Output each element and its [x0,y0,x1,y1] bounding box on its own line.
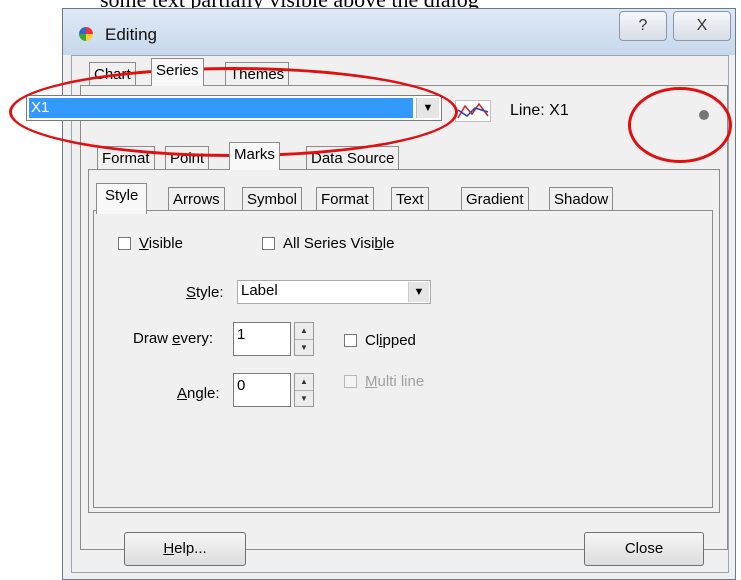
multi-line-checkbox: Multi line [344,373,424,390]
series-type-label: Line: X1 [510,102,569,119]
angle-input[interactable]: 0 [233,373,291,407]
draw-every-label: Draw every: [133,330,214,347]
tab-text[interactable]: Text [391,187,429,211]
all-series-visible-checkbox[interactable]: All Series Visible [262,235,394,252]
close-icon: X [696,17,708,34]
tab-arrows[interactable]: Arrows [168,187,225,211]
clipped-checkbox-box[interactable] [344,334,357,347]
spin-down-icon[interactable]: ▼ [295,391,313,407]
help-button[interactable]: Help... [124,532,246,566]
chevron-down-icon[interactable]: ▼ [408,282,429,302]
close-button[interactable]: Close [584,532,704,566]
close-title-button[interactable]: X [673,11,731,41]
tab-gradient[interactable]: Gradient [461,187,529,211]
app-icon [79,27,93,41]
style-select-value: Label [241,282,278,299]
clipped-label: Clipped [365,332,416,349]
style-select[interactable]: Label ▼ [237,280,431,304]
title-bar: Editing ? X [63,9,735,55]
tab-format-marks[interactable]: Format [316,187,374,211]
style-label: Style: [186,284,224,301]
clipped-checkbox[interactable]: Clipped [344,332,416,349]
tab-series[interactable]: Series [151,58,204,86]
angle-spinner[interactable]: ▲ ▼ [294,373,314,407]
all-series-visible-label: All Series Visible [283,235,395,252]
visible-checkbox-box[interactable] [118,237,131,250]
tab-symbol[interactable]: Symbol [242,187,303,211]
all-series-visible-checkbox-box[interactable] [262,237,275,250]
multi-line-checkbox-box [344,375,357,388]
question-icon: ? [638,17,648,34]
draw-every-input[interactable]: 1 [233,322,291,356]
draw-every-spinner[interactable]: ▲ ▼ [294,322,314,356]
window-title: Editing [105,25,157,44]
visible-checkbox[interactable]: Visible [118,235,183,252]
multi-line-label: Multi line [365,373,425,390]
line-series-icon [455,100,491,122]
help-title-button[interactable]: ? [619,11,667,41]
style-page [93,210,713,508]
tab-style[interactable]: Style [96,183,148,214]
angle-label: Angle: [177,385,220,402]
spin-up-icon[interactable]: ▲ [295,374,313,391]
tab-marks[interactable]: Marks [229,142,280,170]
visible-label: Visible [139,235,183,252]
tab-shadow[interactable]: Shadow [549,187,614,211]
spin-up-icon[interactable]: ▲ [295,323,313,340]
annotation-ellipse-dot [628,87,732,163]
spin-down-icon[interactable]: ▼ [295,340,313,356]
